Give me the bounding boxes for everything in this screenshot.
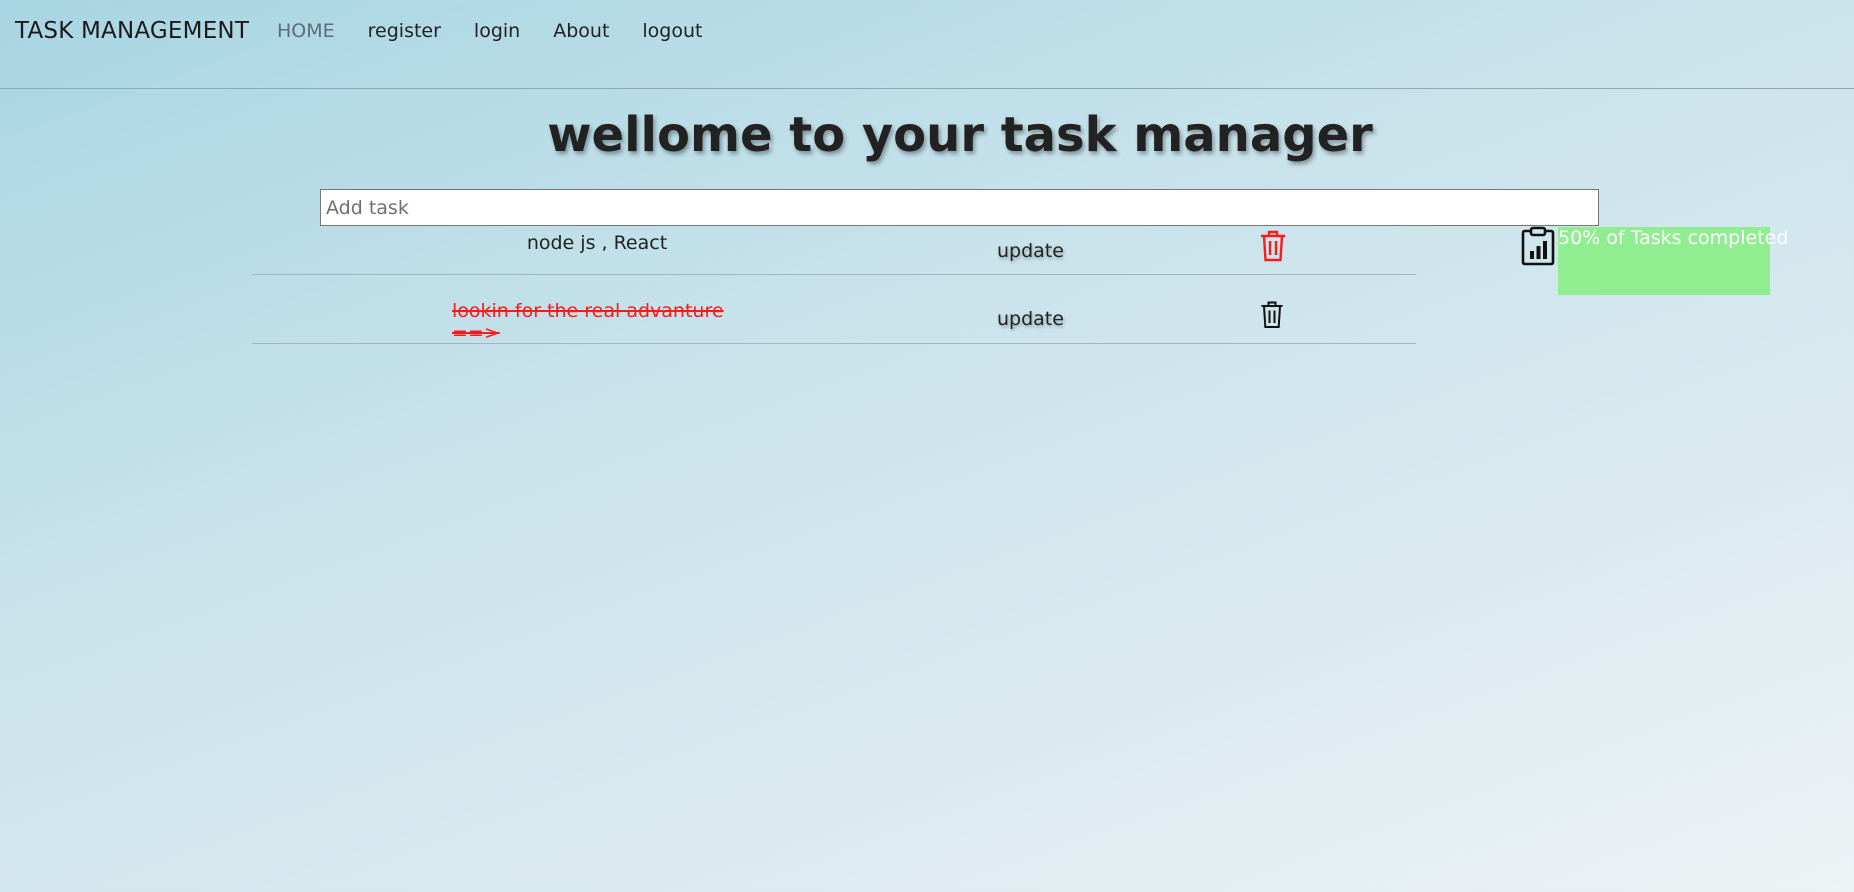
nav-logout-link[interactable]: logout (642, 20, 702, 42)
update-button[interactable]: update (997, 240, 1064, 262)
task-row: node js , React update (252, 226, 1416, 275)
nav-login-link[interactable]: login (474, 20, 520, 42)
trash-icon[interactable] (1260, 301, 1284, 333)
clipboard-chart-icon (1520, 226, 1556, 270)
nav-home-link[interactable]: HOME (277, 20, 335, 42)
task-text: node js , React (526, 232, 668, 254)
navbar: TASK MANAGEMENT HOME register login Abou… (0, 0, 1854, 89)
completion-badge: 50% of Tasks completed (1558, 227, 1788, 295)
nav-register-link[interactable]: register (368, 20, 441, 42)
brand-link[interactable]: TASK MANAGEMENT (15, 18, 249, 44)
task-text: lookin for the real advanture ==> (452, 300, 724, 344)
task-row: lookin for the real advanture ==> update (252, 275, 1416, 344)
nav-about-link[interactable]: About (553, 20, 609, 42)
completion-label: 50% of Tasks completed (1558, 227, 1789, 249)
add-task-input[interactable] (320, 189, 1599, 226)
page-title: wellome to your task manager (547, 107, 1373, 163)
update-button[interactable]: update (997, 308, 1064, 330)
trash-icon[interactable] (1259, 230, 1287, 266)
nav-links: HOME register login About logout (277, 20, 736, 42)
